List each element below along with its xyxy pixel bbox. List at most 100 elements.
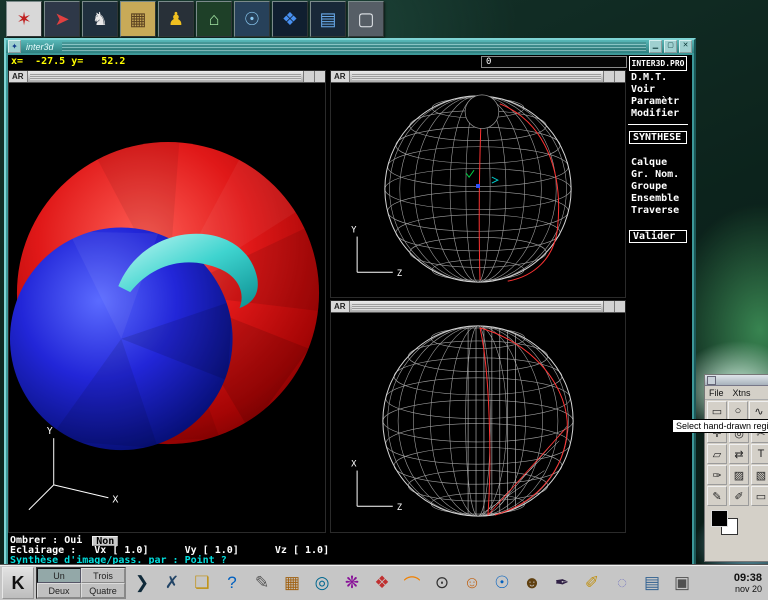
network-icon[interactable]: ❖ [272, 1, 308, 37]
screen-icon[interactable]: ▤ [638, 568, 666, 598]
package-icon[interactable]: ▦ [120, 1, 156, 37]
science-icon[interactable]: ❋ [338, 568, 366, 598]
xterm-icon[interactable]: ✗ [158, 568, 186, 598]
pager-desktop-button[interactable]: Quatre [81, 583, 125, 598]
games-icon[interactable]: ♞ [82, 1, 118, 37]
toolbox-menu[interactable]: File [709, 388, 724, 398]
icon-glyph: ⌂ [209, 9, 220, 30]
viewport-close-button[interactable] [614, 71, 625, 82]
help-icon[interactable]: ? [218, 568, 246, 598]
menu-item[interactable] [628, 124, 688, 130]
rainbow-icon[interactable]: ⌒ [398, 568, 426, 598]
clock-date: nov 20 [734, 584, 762, 594]
marker-cyan [492, 177, 498, 183]
maximize-button[interactable]: ▢ [664, 40, 677, 53]
menu-item[interactable]: Valider [629, 230, 687, 243]
face-icon[interactable]: ☺ [458, 568, 486, 598]
transform-tool[interactable]: ▱ [707, 444, 727, 464]
menu-item[interactable] [628, 145, 688, 157]
text-tool[interactable]: T [751, 444, 768, 464]
icon-glyph: ☉ [244, 9, 260, 30]
pen-icon[interactable]: ✒ [548, 568, 576, 598]
wireframe-front-scene[interactable]: Y Z [331, 82, 625, 297]
viewport-zoom-button[interactable] [603, 301, 614, 312]
globe-icon[interactable]: ☉ [234, 1, 270, 37]
pager-desktop-button[interactable]: Trois [81, 568, 125, 583]
folder-icon[interactable]: ❏ [188, 568, 216, 598]
exit-icon[interactable]: ▣ [668, 568, 696, 598]
menu-item[interactable]: Paramètr [628, 96, 688, 108]
monitor-icon[interactable]: ▤ [310, 1, 346, 37]
minimize-button[interactable]: ▁ [649, 40, 662, 53]
paintbrush-tool[interactable]: ✐ [729, 486, 749, 506]
pencil-icon[interactable]: ✐ [578, 568, 606, 598]
marker-green [466, 170, 474, 177]
window-menu-icon[interactable]: ✦ [8, 40, 21, 53]
paint-icon[interactable]: ❖ [368, 568, 396, 598]
rocket-icon[interactable]: ➤ [44, 1, 80, 37]
menu-item[interactable]: Ensemble [628, 193, 688, 205]
viewport-zoom-button[interactable] [303, 71, 314, 82]
terminal-icon[interactable]: ❯ [128, 568, 156, 598]
search-icon[interactable]: ◎ [308, 568, 336, 598]
menu-item[interactable]: SYNTHESE [629, 131, 687, 144]
color-picker-tool[interactable]: ✑ [707, 465, 727, 485]
cd-icon[interactable]: ◌ [608, 568, 636, 598]
viewport-close-button[interactable] [314, 71, 325, 82]
viewport-zoom-button[interactable] [603, 71, 614, 82]
viewport-wireframe-top[interactable]: AR [330, 300, 626, 533]
viewport-mode-button[interactable]: AR [9, 71, 28, 82]
pencil-tool[interactable]: ✎ [707, 486, 727, 506]
pager-desktop-button[interactable]: Un [37, 568, 81, 583]
ellipse-select-tool[interactable]: ○ [728, 401, 748, 421]
bucket-fill-tool[interactable]: ▨ [729, 465, 749, 485]
menu-item[interactable]: Voir [628, 84, 688, 96]
viewport-mode-button[interactable]: AR [331, 71, 350, 82]
package-icon[interactable]: ▦ [278, 568, 306, 598]
k-menu-button[interactable]: K [2, 567, 34, 599]
desktop-pager: Un Trois Deux Quatre [36, 567, 126, 599]
shaded-3d-scene[interactable]: Y X [9, 82, 325, 532]
selection-marker [476, 184, 480, 188]
eyes-icon[interactable]: ⊙ [428, 568, 456, 598]
tux-icon[interactable]: ♟ [158, 1, 194, 37]
menu-item[interactable]: Calque [628, 157, 688, 169]
clock[interactable]: 09:38 nov 20 [734, 572, 766, 594]
taskbar-icons: ❯ ✗ ❏ ? ✎ ▦ ◎ ❋ ❖ ⌒ ⊙ ☺ [128, 568, 696, 598]
menu-item[interactable] [628, 217, 688, 229]
media-app-icon[interactable]: ✶ [6, 1, 42, 37]
viewport-close-button[interactable] [614, 301, 625, 312]
titlebar[interactable]: ✦ inter3d ▁▢✕ [6, 40, 694, 53]
icon-glyph: ♞ [92, 9, 108, 30]
axis-label-z: Z [397, 269, 403, 279]
viewport-titlebar-stripes [352, 303, 601, 310]
coordinate-input-field[interactable]: 0 [481, 56, 627, 68]
pager-desktop-button[interactable]: Deux [37, 583, 81, 598]
flip-tool[interactable]: ⇄ [729, 444, 749, 464]
close-button[interactable]: ✕ [679, 40, 692, 53]
foreground-color-swatch[interactable] [711, 510, 728, 527]
menu-item[interactable]: Groupe [628, 181, 688, 193]
toolbox-menu[interactable]: Xtns [733, 388, 751, 398]
globe-icon[interactable]: ☉ [488, 568, 516, 598]
home-icon[interactable]: ⌂ [196, 1, 232, 37]
display-icon[interactable]: ▢ [348, 1, 384, 37]
menu-item[interactable]: D.M.T. [628, 72, 688, 84]
eraser-tool[interactable]: ▭ [751, 486, 768, 506]
rect-select-tool[interactable]: ▭ [707, 401, 727, 421]
free-select-tool[interactable]: ∿ [749, 401, 768, 421]
viewport-titlebar-stripes [30, 73, 301, 80]
viewport-shaded[interactable]: AR [8, 70, 326, 533]
smiley-icon[interactable]: ☻ [518, 568, 546, 598]
viewport-wireframe-front[interactable]: AR Y Z [330, 70, 626, 298]
toolbox-titlebar[interactable] [705, 375, 768, 386]
menu-item[interactable]: Traverse [628, 205, 688, 217]
editor-icon[interactable]: ✎ [248, 568, 276, 598]
toolbox-menu-button[interactable] [707, 376, 716, 385]
icon-glyph: ▢ [357, 9, 374, 30]
blend-tool[interactable]: ▧ [751, 465, 768, 485]
wireframe-top-scene[interactable]: X Z [331, 312, 625, 532]
menu-item[interactable]: Modifier [628, 108, 688, 120]
menu-item[interactable]: Gr. Nom. [628, 169, 688, 181]
viewport-mode-button[interactable]: AR [331, 301, 350, 312]
